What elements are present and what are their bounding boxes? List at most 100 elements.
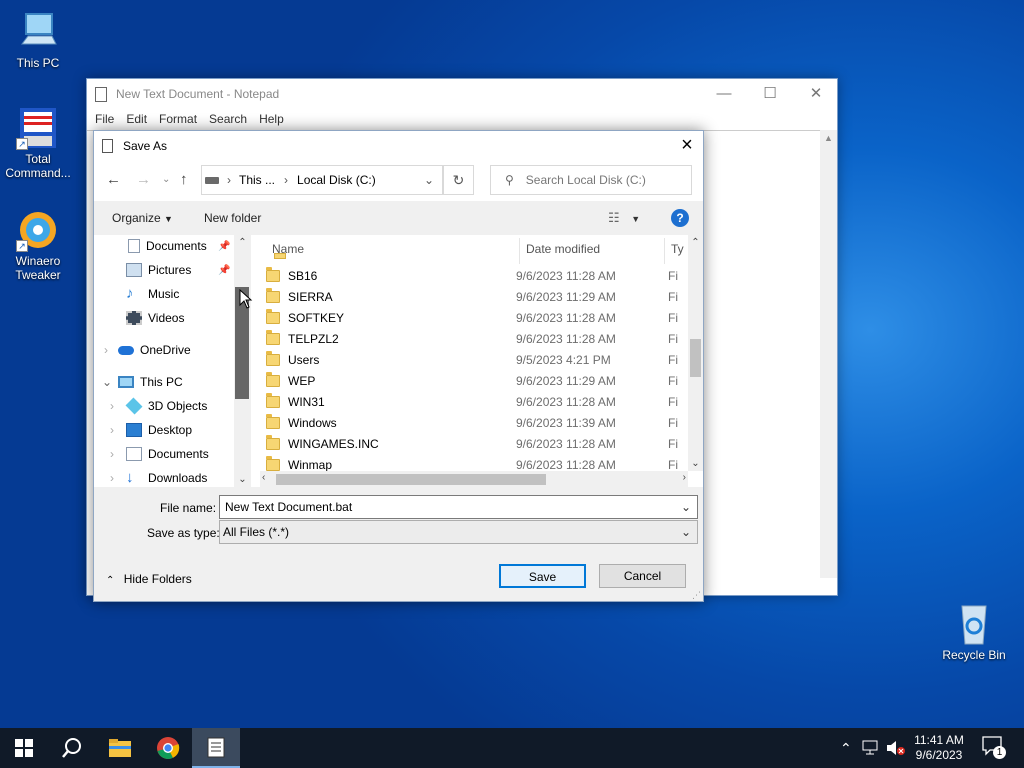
- expand-chevron-icon[interactable]: ›: [110, 423, 126, 437]
- tree-item-3d-objects[interactable]: › 3D Objects: [110, 395, 207, 417]
- scroll-up-arrow[interactable]: ▲: [820, 133, 837, 143]
- scrollbar-thumb[interactable]: [690, 339, 701, 377]
- column-header-type[interactable]: Ty: [665, 238, 688, 264]
- cancel-button[interactable]: Cancel: [599, 564, 686, 588]
- tree-item-desktop[interactable]: › Desktop: [110, 419, 192, 441]
- file-row[interactable]: SOFTKEY 9/6/2023 11:28 AM Fi: [266, 307, 686, 328]
- tree-item-documents[interactable]: › Documents: [110, 443, 209, 465]
- hide-folders-toggle[interactable]: ⌃ Hide Folders: [106, 572, 192, 586]
- refresh-button[interactable]: ↻: [443, 165, 474, 195]
- tree-item-pictures[interactable]: Pictures 📌: [126, 259, 230, 281]
- tree-item-downloads[interactable]: › ↓ Downloads: [110, 467, 207, 487]
- breadcrumb-local-disk[interactable]: Local Disk (C:): [297, 173, 376, 187]
- file-row[interactable]: TELPZL2 9/6/2023 11:28 AM Fi: [266, 328, 686, 349]
- desktop-icon-recycle-bin[interactable]: Recycle Bin: [936, 602, 1012, 662]
- taskbar-search-button[interactable]: [48, 728, 96, 768]
- file-row[interactable]: Windows 9/6/2023 11:39 AM Fi: [266, 412, 686, 433]
- scroll-down-arrow[interactable]: ⌄: [234, 474, 251, 485]
- save-as-type-select[interactable]: All Files (*.*) ⌄: [219, 520, 698, 544]
- collapse-chevron-icon[interactable]: ⌄: [102, 375, 118, 389]
- close-button[interactable]: ✕: [793, 79, 839, 109]
- resize-grip-icon[interactable]: ⋰: [692, 590, 701, 601]
- save-as-dialog[interactable]: Save As × ← → ⌄ ↑ › This ... › Local Dis…: [93, 130, 704, 602]
- column-header-name[interactable]: Name: [266, 238, 520, 264]
- show-hidden-icons-chevron-icon[interactable]: ⌃: [840, 740, 852, 757]
- new-folder-button[interactable]: New folder: [204, 211, 261, 225]
- view-options-icon[interactable]: ☷ ▼: [608, 210, 640, 226]
- notepad-title-bar[interactable]: New Text Document - Notepad — ☐ ✕: [87, 79, 837, 109]
- menu-format[interactable]: Format: [153, 112, 203, 126]
- desktop-icon-winaero-tweaker[interactable]: ↗ Winaero Tweaker: [0, 208, 76, 282]
- network-icon[interactable]: [862, 740, 880, 756]
- file-row[interactable]: WEP 9/6/2023 11:29 AM Fi: [266, 370, 686, 391]
- file-row[interactable]: SIERRA 9/6/2023 11:29 AM Fi: [266, 286, 686, 307]
- volume-muted-icon[interactable]: [886, 740, 906, 756]
- address-dropdown-chevron-icon[interactable]: ⌄: [424, 173, 434, 187]
- save-as-type-value: All Files (*.*): [223, 525, 290, 539]
- scrollbar-thumb[interactable]: [276, 474, 546, 485]
- file-row[interactable]: WIN31 9/6/2023 11:28 AM Fi: [266, 391, 686, 412]
- back-arrow-icon[interactable]: ←: [106, 171, 121, 188]
- desktop-icon-label: Total Command...: [5, 152, 71, 180]
- file-list-vertical-scrollbar[interactable]: ⌃ ⌄: [688, 235, 703, 471]
- expand-chevron-icon[interactable]: ›: [104, 343, 118, 357]
- scroll-right-arrow[interactable]: ›: [683, 472, 686, 483]
- menu-file[interactable]: File: [89, 112, 120, 126]
- menu-edit[interactable]: Edit: [120, 112, 153, 126]
- address-bar[interactable]: › This ... › Local Disk (C:) ⌄: [201, 165, 443, 195]
- taskbar-chrome[interactable]: [144, 728, 192, 768]
- breadcrumb-this-pc[interactable]: This ...: [239, 173, 275, 187]
- scroll-left-arrow[interactable]: ‹: [262, 472, 265, 483]
- tree-item-this-pc[interactable]: ⌄ This PC: [102, 371, 183, 393]
- column-header-date-modified[interactable]: Date modified: [520, 238, 665, 264]
- taskbar-clock[interactable]: 11:41 AM 9/6/2023: [908, 733, 970, 763]
- save-as-type-dropdown-chevron-icon[interactable]: ⌄: [681, 525, 691, 539]
- 3d-objects-icon: [125, 397, 143, 415]
- expand-chevron-icon[interactable]: ›: [110, 471, 126, 485]
- dialog-title-bar[interactable]: Save As ×: [94, 131, 703, 161]
- file-row[interactable]: WINGAMES.INC 9/6/2023 11:28 AM Fi: [266, 433, 686, 454]
- file-list-horizontal-scrollbar[interactable]: ‹ ›: [260, 471, 688, 487]
- winaero-tweaker-icon: ↗: [14, 208, 62, 252]
- pin-icon[interactable]: 📌: [218, 241, 230, 252]
- forward-arrow-icon[interactable]: →: [136, 171, 151, 188]
- tree-item-onedrive[interactable]: › OneDrive: [104, 339, 191, 361]
- up-arrow-icon[interactable]: ↑: [180, 171, 188, 188]
- tree-item-documents-pinned[interactable]: Documents 📌: [126, 235, 230, 257]
- search-input[interactable]: ⚲ Search Local Disk (C:): [490, 165, 692, 195]
- expand-chevron-icon[interactable]: ›: [110, 399, 126, 413]
- file-row[interactable]: SB16 9/6/2023 11:28 AM Fi: [266, 265, 686, 286]
- desktop-icon-this-pc[interactable]: This PC: [0, 10, 76, 70]
- scroll-up-arrow[interactable]: ⌃: [688, 237, 703, 248]
- tree-vertical-scrollbar[interactable]: ⌃ ⌄: [234, 235, 251, 487]
- notepad-menu-bar: File Edit Format Search Help: [87, 109, 837, 129]
- taskbar-file-explorer[interactable]: [96, 728, 144, 768]
- file-name-input[interactable]: New Text Document.bat ⌄: [219, 495, 698, 519]
- desktop-icon-total-commander[interactable]: ↗ Total Command...: [0, 106, 76, 180]
- save-button[interactable]: Save: [499, 564, 586, 588]
- tree-item-videos[interactable]: Videos: [126, 307, 184, 329]
- file-row[interactable]: Users 9/5/2023 4:21 PM Fi: [266, 349, 686, 370]
- file-name-dropdown-chevron-icon[interactable]: ⌄: [681, 500, 691, 514]
- videos-icon: [126, 311, 142, 325]
- organize-button[interactable]: Organize ▼: [112, 211, 173, 225]
- menu-search[interactable]: Search: [203, 112, 253, 126]
- file-row[interactable]: Winmap 9/6/2023 11:28 AM Fi: [266, 454, 686, 471]
- scroll-up-arrow[interactable]: ⌃: [234, 237, 251, 248]
- tree-item-music[interactable]: ♪ Music: [126, 283, 179, 305]
- taskbar-notepad-active[interactable]: [192, 728, 240, 768]
- folder-icon: [266, 371, 280, 387]
- browser-pane: Documents 📌 Pictures 📌 ♪ Music Videos › …: [94, 235, 703, 487]
- action-center-button[interactable]: 1: [982, 736, 1006, 760]
- help-icon[interactable]: ?: [671, 209, 689, 227]
- pin-icon[interactable]: 📌: [218, 265, 230, 276]
- scroll-down-arrow[interactable]: ⌄: [688, 458, 703, 469]
- start-button[interactable]: [0, 728, 48, 768]
- recent-locations-chevron-icon[interactable]: ⌄: [162, 174, 170, 185]
- expand-chevron-icon[interactable]: ›: [110, 447, 126, 461]
- minimize-button[interactable]: —: [701, 79, 747, 109]
- menu-help[interactable]: Help: [253, 112, 290, 126]
- notepad-vertical-scrollbar[interactable]: ▲: [820, 130, 837, 578]
- dialog-close-button[interactable]: ×: [671, 131, 703, 161]
- maximize-button[interactable]: ☐: [747, 79, 793, 109]
